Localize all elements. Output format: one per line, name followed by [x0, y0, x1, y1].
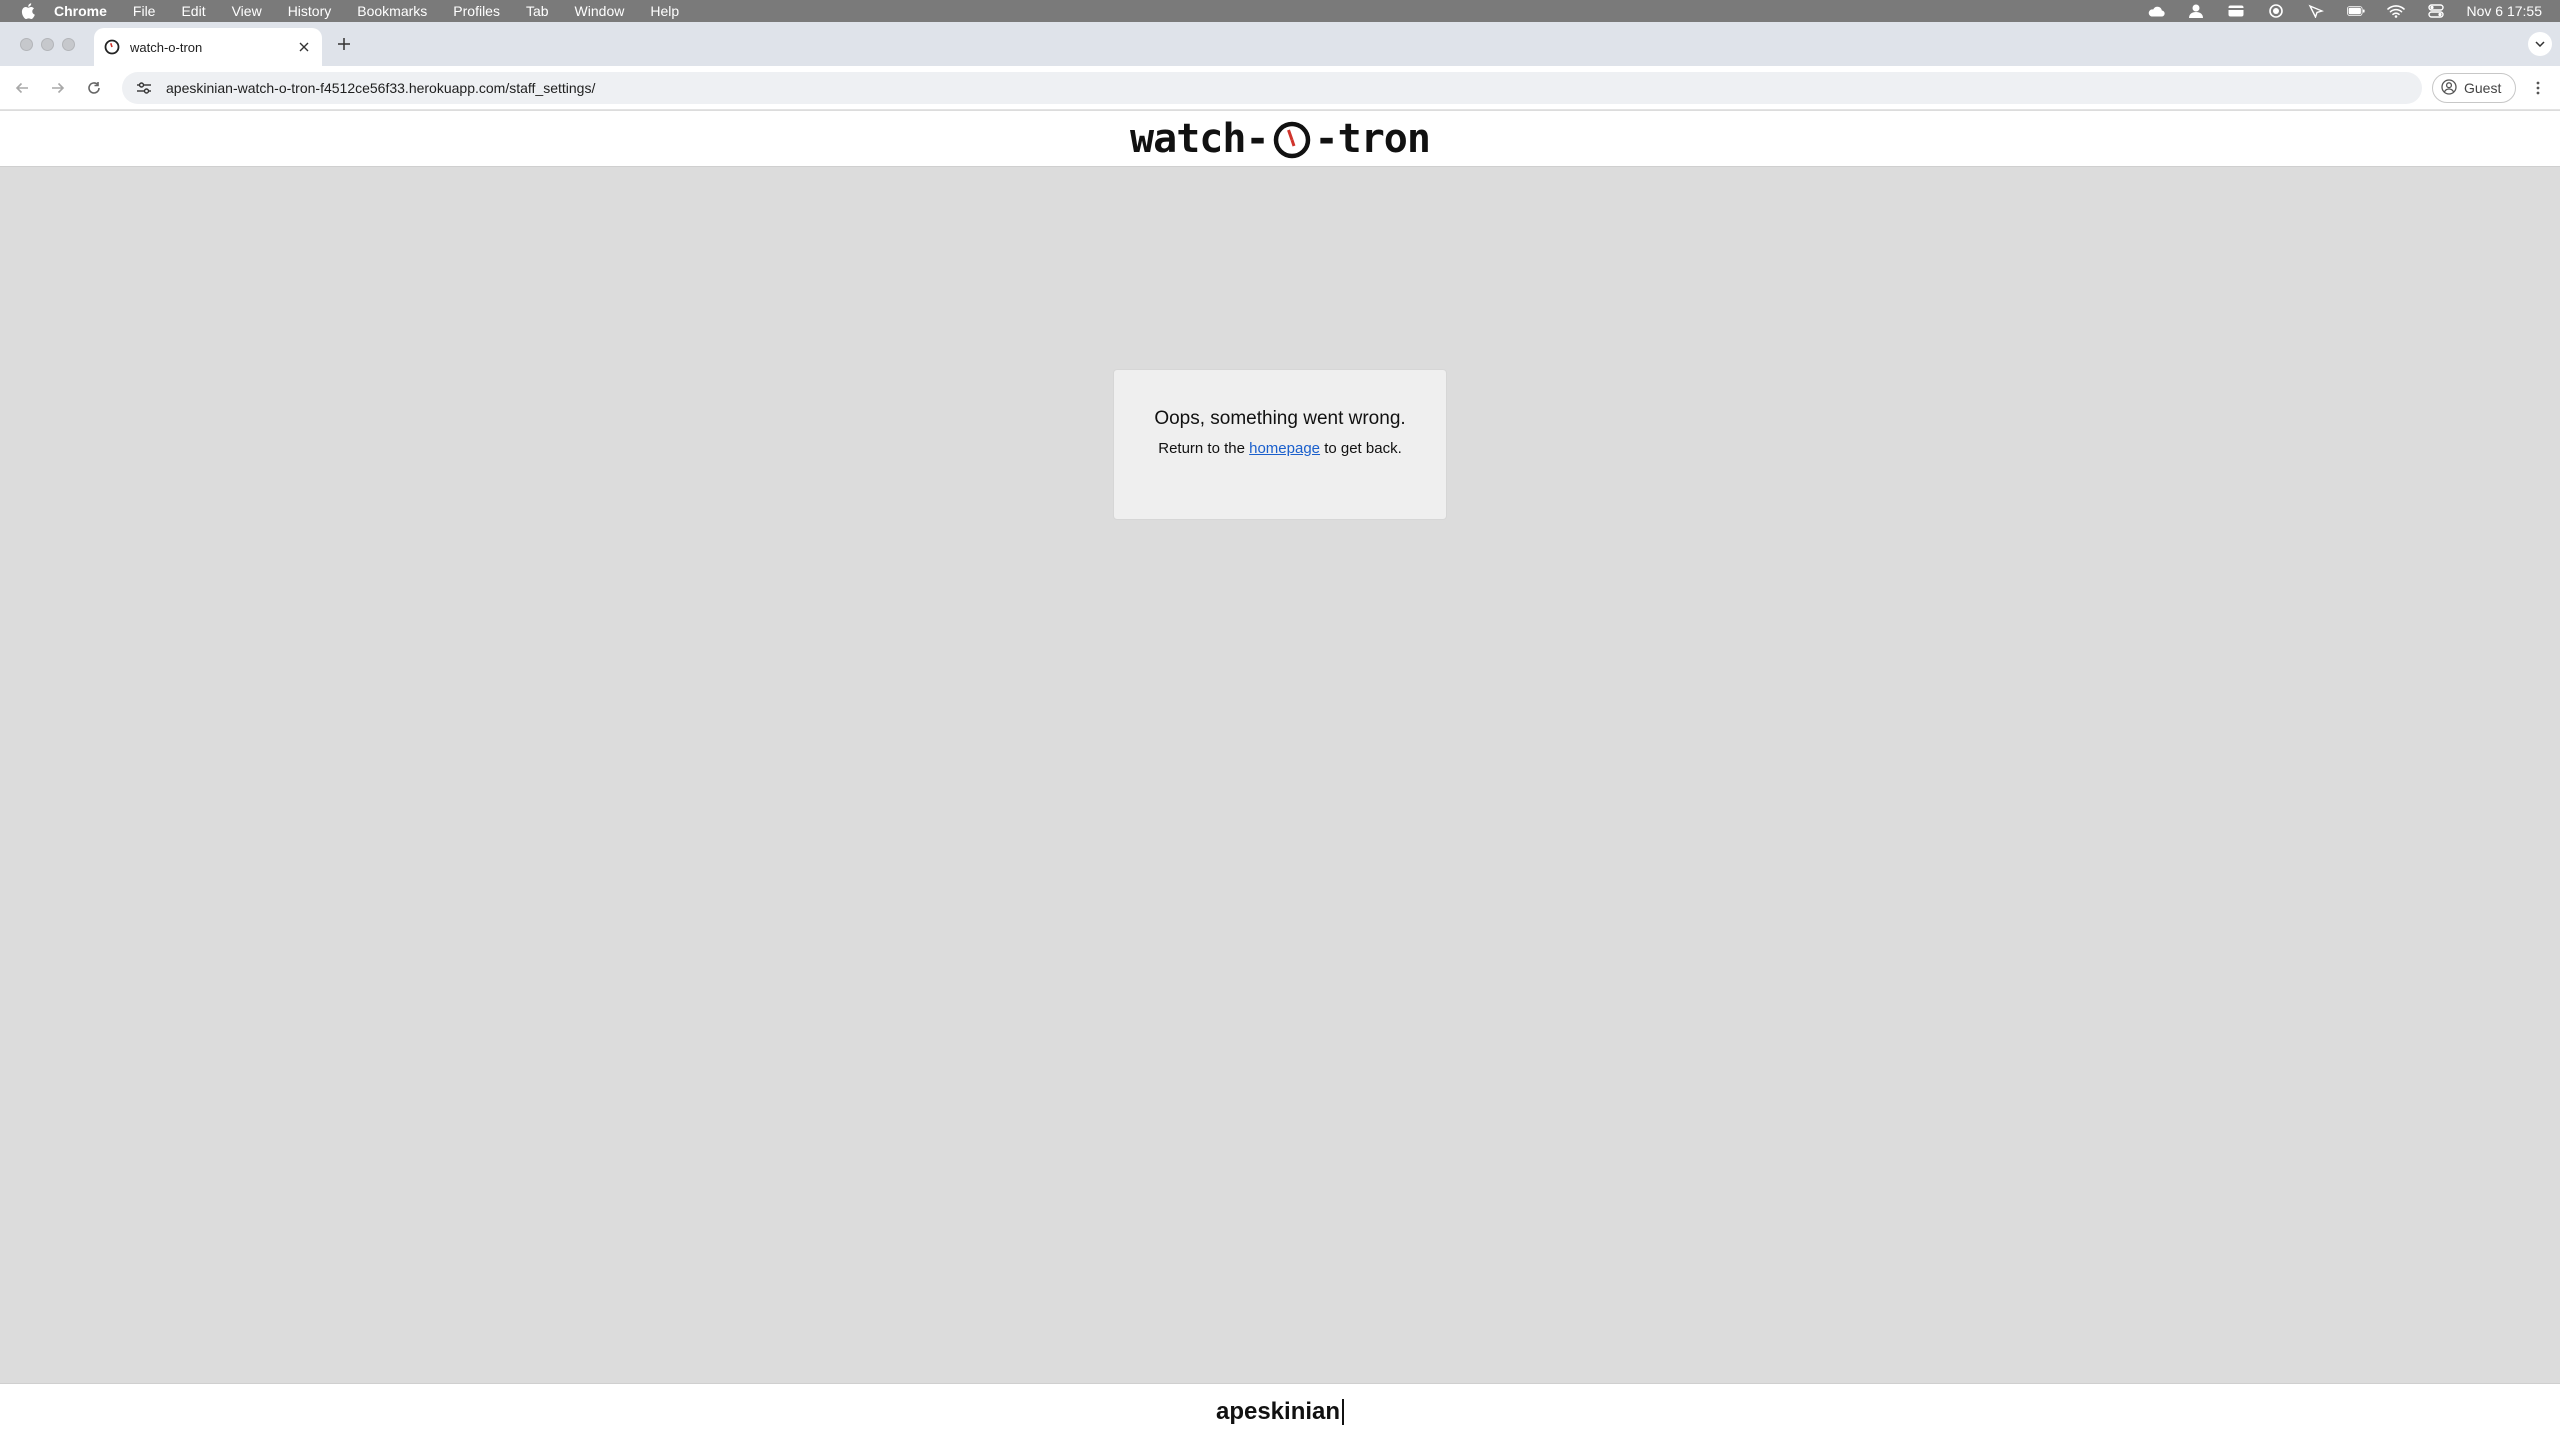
status-area: Nov 6 17:55: [2147, 0, 2543, 22]
card-icon[interactable]: [2227, 4, 2245, 18]
wifi-icon[interactable]: [2386, 4, 2405, 18]
back-arrow-icon[interactable]: [12, 78, 32, 98]
menu-clock[interactable]: Nov 6 17:55: [2467, 3, 2543, 19]
menu-bookmarks[interactable]: Bookmarks: [357, 3, 427, 19]
new-tab-icon[interactable]: [334, 34, 354, 54]
tab-title: watch-o-tron: [130, 39, 203, 55]
tab-search-icon[interactable]: [2528, 32, 2552, 56]
menu-window[interactable]: Window: [575, 3, 625, 19]
menu-history[interactable]: History: [288, 3, 332, 19]
error-message: Return to the homepage to get back.: [1114, 440, 1446, 457]
tab-strip: watch-o-tron: [0, 22, 2560, 66]
close-window-button[interactable]: [20, 38, 33, 51]
logo-text-right: -tron: [1314, 115, 1431, 162]
error-text-after: to get back.: [1320, 440, 1402, 457]
menu-tab[interactable]: Tab: [526, 3, 549, 19]
site-footer: apeskinian: [0, 1383, 2560, 1440]
site-header: watch- -tron: [0, 111, 2560, 167]
window-controls: [20, 38, 75, 51]
menu-app-name[interactable]: Chrome: [54, 3, 107, 19]
user-icon[interactable]: [2187, 4, 2205, 18]
profile-icon: [2441, 78, 2457, 98]
clock-logo-icon: [1272, 119, 1312, 159]
macos-menu-bar: Chrome File Edit View History Bookmarks …: [0, 0, 2560, 22]
text-cursor: [1342, 1399, 1345, 1425]
error-card: Oops, something went wrong. Return to th…: [1113, 369, 1447, 520]
reload-icon[interactable]: [84, 78, 104, 98]
clock-favicon-icon: [104, 39, 120, 55]
apple-icon[interactable]: [20, 3, 36, 19]
profile-label: Guest: [2464, 80, 2502, 96]
close-tab-icon[interactable]: [296, 39, 312, 55]
homepage-link[interactable]: homepage: [1249, 440, 1320, 457]
more-menu-icon[interactable]: [2528, 78, 2548, 98]
battery-icon[interactable]: [2346, 4, 2365, 18]
menu-edit[interactable]: Edit: [181, 3, 205, 19]
site-settings-icon[interactable]: [134, 78, 154, 98]
address-bar[interactable]: apeskinian-watch-o-tron-f4512ce56f33.her…: [122, 72, 2422, 104]
forward-arrow-icon[interactable]: [48, 78, 68, 98]
minimize-window-button[interactable]: [41, 38, 54, 51]
url-text: apeskinian-watch-o-tron-f4512ce56f33.her…: [166, 80, 596, 96]
logo-text-left: watch-: [1130, 115, 1269, 162]
browser-toolbar: apeskinian-watch-o-tron-f4512ce56f33.her…: [0, 66, 2560, 110]
site-logo[interactable]: watch- -tron: [1130, 115, 1431, 162]
menu-file[interactable]: File: [133, 3, 156, 19]
tab-watch-o-tron[interactable]: watch-o-tron: [94, 28, 322, 66]
footer-username: apeskinian: [1215, 1398, 1341, 1425]
control-center-icon[interactable]: [2427, 4, 2445, 18]
record-icon[interactable]: [2267, 4, 2285, 18]
menu-view[interactable]: View: [232, 3, 262, 19]
guest-profile-button[interactable]: Guest: [2432, 73, 2516, 103]
cloud-icon[interactable]: [2147, 4, 2165, 18]
error-title: Oops, something went wrong.: [1154, 408, 1406, 429]
zoom-window-button[interactable]: [62, 38, 75, 51]
menu-profiles[interactable]: Profiles: [453, 3, 500, 19]
menu-help[interactable]: Help: [650, 3, 679, 19]
error-text-before: Return to the: [1158, 440, 1250, 457]
cast-icon[interactable]: [2307, 4, 2325, 18]
